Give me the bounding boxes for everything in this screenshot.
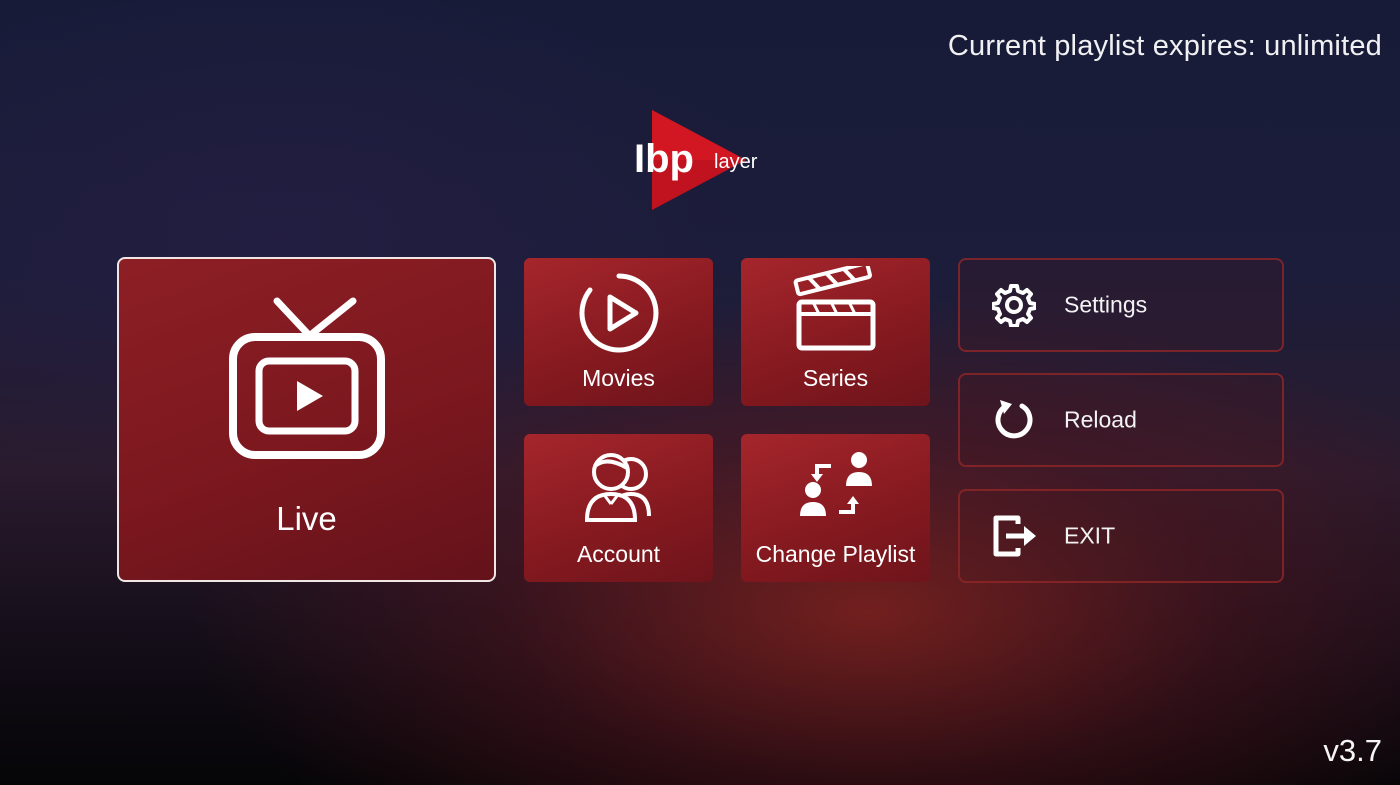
series-tile[interactable]: Series	[741, 258, 930, 406]
account-label: Account	[576, 541, 661, 567]
account-tile[interactable]: Account	[524, 434, 713, 582]
exit-icon	[993, 515, 1036, 557]
movies-label: Movies	[582, 365, 655, 391]
playlist-expiry-text: Current playlist expires: unlimited	[947, 30, 1382, 62]
swap-users-icon	[799, 452, 872, 516]
play-circle-icon	[578, 273, 658, 353]
users-icon	[584, 453, 651, 522]
logo-suffix: layer	[714, 151, 758, 173]
reload-label: Reload	[1064, 406, 1137, 433]
logo-prefix: Ibp	[634, 137, 694, 181]
live-tile[interactable]: Live	[117, 257, 496, 582]
tv-icon	[228, 297, 385, 459]
change-playlist-tile[interactable]: Change Playlist	[741, 434, 930, 582]
exit-button[interactable]: EXIT	[958, 489, 1284, 583]
clapperboard-icon	[793, 266, 875, 351]
settings-label: Settings	[1064, 291, 1148, 318]
series-label: Series	[802, 365, 869, 391]
exit-label: EXIT	[1064, 522, 1116, 549]
settings-button[interactable]: Settings	[958, 258, 1284, 352]
gear-icon	[992, 284, 1036, 327]
app-version: v3.7	[1323, 733, 1382, 768]
reload-icon	[995, 400, 1033, 439]
reload-button[interactable]: Reload	[958, 373, 1284, 467]
movies-tile[interactable]: Movies	[524, 258, 713, 406]
change-playlist-label: Change Playlist	[755, 541, 916, 567]
live-label: Live	[276, 500, 337, 537]
ibplayer-logo: Ibp layer	[634, 110, 758, 210]
